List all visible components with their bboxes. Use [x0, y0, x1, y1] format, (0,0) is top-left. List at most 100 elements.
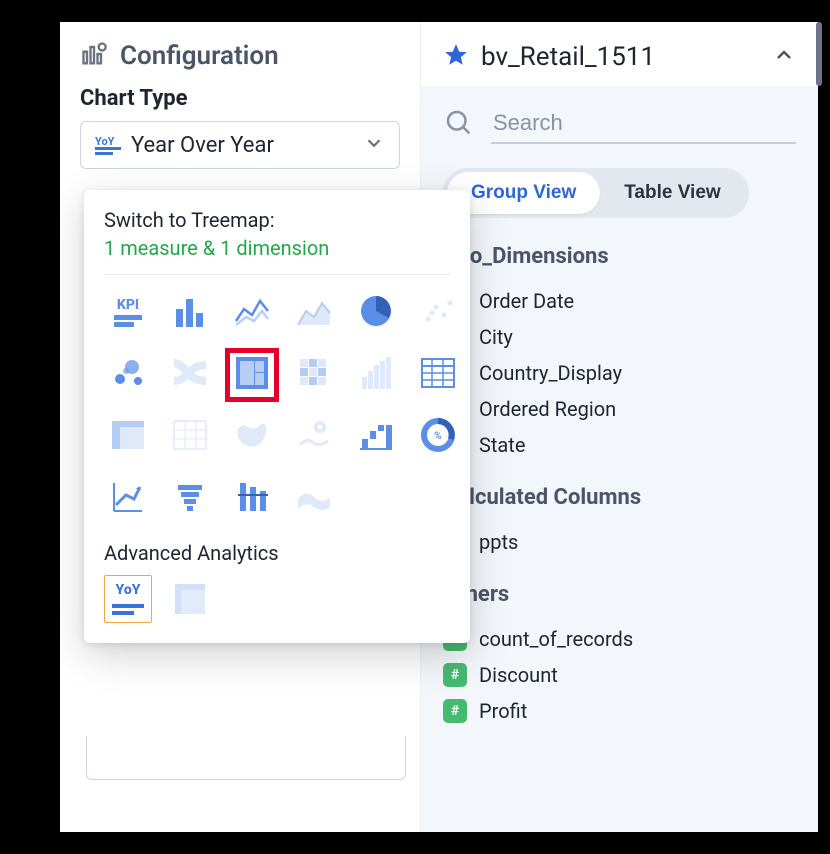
chart-type-popover: Switch to Treemap: 1 measure & 1 dimensi…: [84, 190, 470, 643]
chart-option-geo-pin[interactable]: [290, 413, 338, 461]
scrollbar-thumb[interactable]: [816, 22, 822, 86]
geo-map-icon: [232, 415, 272, 459]
sankey-icon: [170, 353, 210, 397]
group-title: Others: [443, 582, 796, 607]
chart-option-heatmap[interactable]: [290, 351, 338, 399]
dataset-body: Group View Table View Geo_Dimensions Orde…: [421, 86, 818, 832]
chart-option-pie[interactable]: [352, 289, 400, 337]
field-label: Discount: [479, 663, 558, 687]
chart-option-scatter-light[interactable]: [414, 289, 462, 337]
chart-type-label: Chart Type: [80, 86, 400, 111]
field-group: Others #count_of_records # Discount #Profit: [443, 582, 796, 729]
field-label: count_of_records: [479, 627, 633, 651]
field-item[interactable]: aState: [443, 427, 796, 463]
divider: [104, 274, 450, 275]
search-icon: [443, 107, 473, 141]
group-title: Calculated Columns: [443, 485, 796, 510]
kpi-icon: KPI: [108, 291, 148, 335]
field-group: Calculated Columns #ppts: [443, 485, 796, 560]
field-item[interactable]: #ppts: [443, 524, 796, 560]
funnel-icon: [170, 477, 210, 521]
pie-icon: [356, 291, 396, 335]
configuration-header: Configuration: [80, 40, 400, 72]
chart-option-treemap[interactable]: [228, 351, 276, 399]
svg-text:%: %: [434, 431, 441, 442]
star-icon[interactable]: [443, 42, 469, 72]
field-label: Country_Display: [479, 361, 622, 385]
line-icon: [232, 291, 272, 335]
bar-icon: [170, 291, 210, 335]
crosstab-icon: [170, 415, 210, 459]
field-label: City: [479, 325, 513, 349]
view-toggle: Group View Table View: [443, 168, 749, 218]
chart-option-donut[interactable]: %: [414, 413, 462, 461]
chart-option-bubble[interactable]: [104, 351, 152, 399]
field-label: Profit: [479, 699, 527, 723]
heatmap-icon: [294, 353, 334, 397]
area-icon: [294, 291, 334, 335]
bubble-icon: [108, 353, 148, 397]
svg-text:KPI: KPI: [117, 297, 139, 313]
chart-option-area[interactable]: [290, 289, 338, 337]
number-icon: #: [443, 663, 467, 687]
chart-option-bar[interactable]: [166, 289, 214, 337]
chart-option-stacked-area[interactable]: [352, 351, 400, 399]
field-item[interactable]: Order Date: [443, 283, 796, 319]
chart-option-line[interactable]: [228, 289, 276, 337]
waterfall-icon: [356, 415, 396, 459]
chart-option-funnel[interactable]: [166, 475, 214, 523]
geo-pin-icon: [294, 415, 334, 459]
chart-option-crosstab[interactable]: [166, 413, 214, 461]
search-input[interactable]: [491, 104, 796, 144]
scatter-light-icon: [418, 291, 458, 335]
treemap-icon: [232, 353, 272, 397]
field-item[interactable]: #Profit: [443, 693, 796, 729]
field-label: State: [479, 433, 525, 457]
field-item[interactable]: #count_of_records: [443, 621, 796, 657]
chart-option-bullet[interactable]: [228, 475, 276, 523]
advanced-row: YoY: [104, 575, 450, 623]
chart-option-table[interactable]: [414, 351, 462, 399]
chart-option-waterfall[interactable]: [352, 413, 400, 461]
cohort-icon: [172, 581, 208, 617]
collapse-icon[interactable]: [772, 43, 796, 71]
chart-type-value: Year Over Year: [131, 133, 353, 158]
field-item[interactable]: aCountry_Display: [443, 355, 796, 391]
field-item[interactable]: aCity: [443, 319, 796, 355]
trend-icon: [108, 477, 148, 521]
table-view-tab[interactable]: Table View: [600, 172, 744, 214]
dataset-header: bv_Retail_1511: [421, 22, 818, 86]
field-item[interactable]: aOrdered Region: [443, 391, 796, 427]
chart-option-geo-map[interactable]: [228, 413, 276, 461]
field-label: ppts: [479, 530, 518, 554]
dataset-title: bv_Retail_1511: [481, 42, 760, 72]
chart-option-kpi[interactable]: KPI: [104, 289, 152, 337]
chart-option-trend[interactable]: [104, 475, 152, 523]
chart-option-stream[interactable]: [290, 475, 338, 523]
configuration-title: Configuration: [120, 41, 279, 71]
yoy-lines-icon: [112, 601, 144, 615]
field-label: Ordered Region: [479, 397, 616, 421]
config-icon: [80, 40, 108, 72]
switch-to-label: Switch to Treemap:: [104, 208, 450, 232]
table-icon: [418, 353, 458, 397]
switch-requirement: 1 measure & 1 dimension: [104, 236, 450, 260]
field-groups: Geo_Dimensions Order Date aCityaCountry_Di…: [443, 244, 796, 729]
group-title: Geo_Dimensions: [443, 244, 796, 269]
pivot-icon: [108, 415, 148, 459]
advanced-analytics-label: Advanced Analytics: [104, 541, 450, 565]
donut-icon: %: [418, 415, 458, 459]
field-label: Order Date: [479, 289, 574, 313]
yoy-icon: YoY: [95, 136, 121, 155]
chart-type-select[interactable]: YoY Year Over Year: [80, 121, 400, 169]
chart-option-cohort[interactable]: [166, 575, 214, 623]
chart-option-sankey[interactable]: [166, 351, 214, 399]
field-item[interactable]: # Discount: [443, 657, 796, 693]
field-outline: [86, 736, 406, 780]
stream-icon: [294, 477, 334, 521]
field-group: Geo_Dimensions Order Date aCityaCountry_Di…: [443, 244, 796, 463]
chart-option-pivot[interactable]: [104, 413, 152, 461]
chevron-down-icon: [363, 132, 385, 158]
chart-option-yoy[interactable]: YoY: [104, 575, 152, 623]
chart-type-grid: KPI%: [104, 289, 450, 523]
